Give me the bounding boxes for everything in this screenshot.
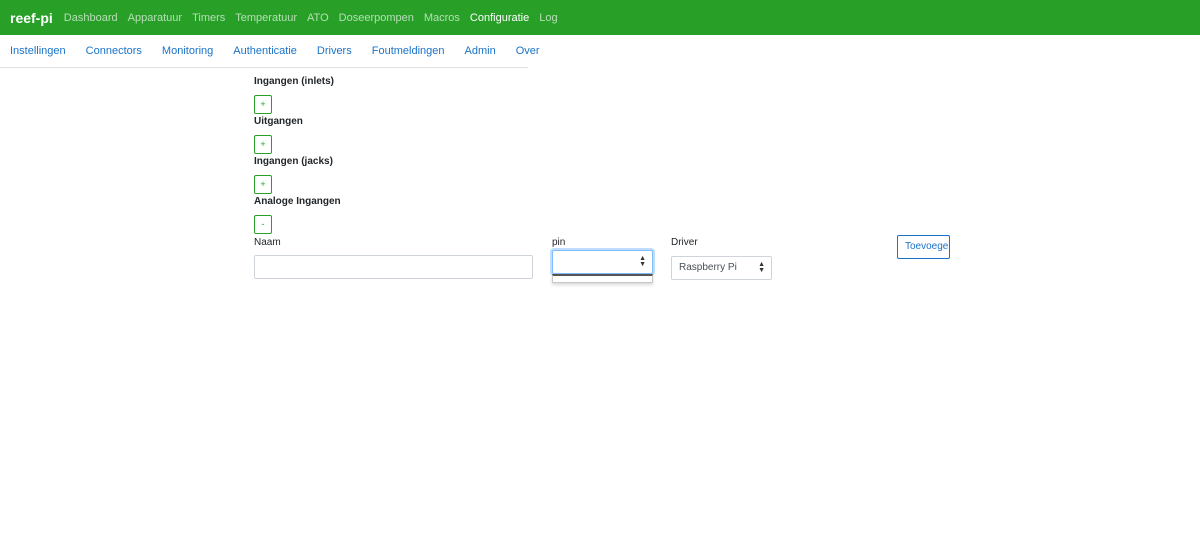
- tab-admin[interactable]: Admin: [455, 45, 506, 57]
- nav-temperatuur[interactable]: Temperatuur: [235, 12, 297, 24]
- select-arrows-icon: ▲ ▼: [758, 261, 765, 274]
- name-input[interactable]: [254, 255, 533, 279]
- nav-timers[interactable]: Timers: [192, 12, 225, 24]
- inlets-title: Ingangen (inlets): [254, 76, 334, 87]
- brand-logo[interactable]: reef-pi: [10, 10, 53, 26]
- nav-apparatuur[interactable]: Apparatuur: [128, 12, 182, 24]
- tab-monitoring[interactable]: Monitoring: [152, 45, 223, 57]
- nav-doseerpompen[interactable]: Doseerpompen: [339, 12, 414, 24]
- tab-authenticatie[interactable]: Authenticatie: [223, 45, 307, 57]
- analog-inputs-title: Analoge Ingangen: [254, 196, 341, 207]
- outlets-title: Uitgangen: [254, 116, 303, 127]
- name-label: Naam: [254, 237, 281, 248]
- pin-dropdown-list[interactable]: [552, 274, 653, 283]
- nav-macros[interactable]: Macros: [424, 12, 460, 24]
- inlets-add-button[interactable]: +: [254, 95, 272, 114]
- tab-connectors[interactable]: Connectors: [76, 45, 152, 57]
- outlets-add-button[interactable]: +: [254, 135, 272, 154]
- select-arrows-icon: ▲ ▼: [639, 255, 646, 268]
- nav-dashboard[interactable]: Dashboard: [64, 12, 118, 24]
- driver-label: Driver: [671, 237, 698, 248]
- driver-select[interactable]: Raspberry Pi ▲ ▼: [671, 256, 772, 280]
- config-subnav: Instellingen Connectors Monitoring Authe…: [0, 35, 540, 68]
- jacks-title: Ingangen (jacks): [254, 156, 333, 167]
- add-button[interactable]: Toevoegen: [897, 235, 950, 259]
- top-navbar: reef-pi Dashboard Apparatuur Timers Temp…: [0, 0, 1200, 35]
- pin-label: pin: [552, 237, 566, 248]
- pin-select[interactable]: ▲ ▼: [552, 250, 653, 274]
- tab-over[interactable]: Over: [506, 45, 550, 57]
- nav-configuratie[interactable]: Configuratie: [470, 12, 529, 24]
- tab-drivers[interactable]: Drivers: [307, 45, 362, 57]
- jacks-add-button[interactable]: +: [254, 175, 272, 194]
- tab-foutmeldingen[interactable]: Foutmeldingen: [362, 45, 455, 57]
- nav-log[interactable]: Log: [539, 12, 557, 24]
- analog-inputs-collapse-button[interactable]: -: [254, 215, 272, 234]
- nav-ato[interactable]: ATO: [307, 12, 329, 24]
- tab-instellingen[interactable]: Instellingen: [0, 45, 76, 57]
- driver-select-value: Raspberry Pi: [679, 262, 737, 273]
